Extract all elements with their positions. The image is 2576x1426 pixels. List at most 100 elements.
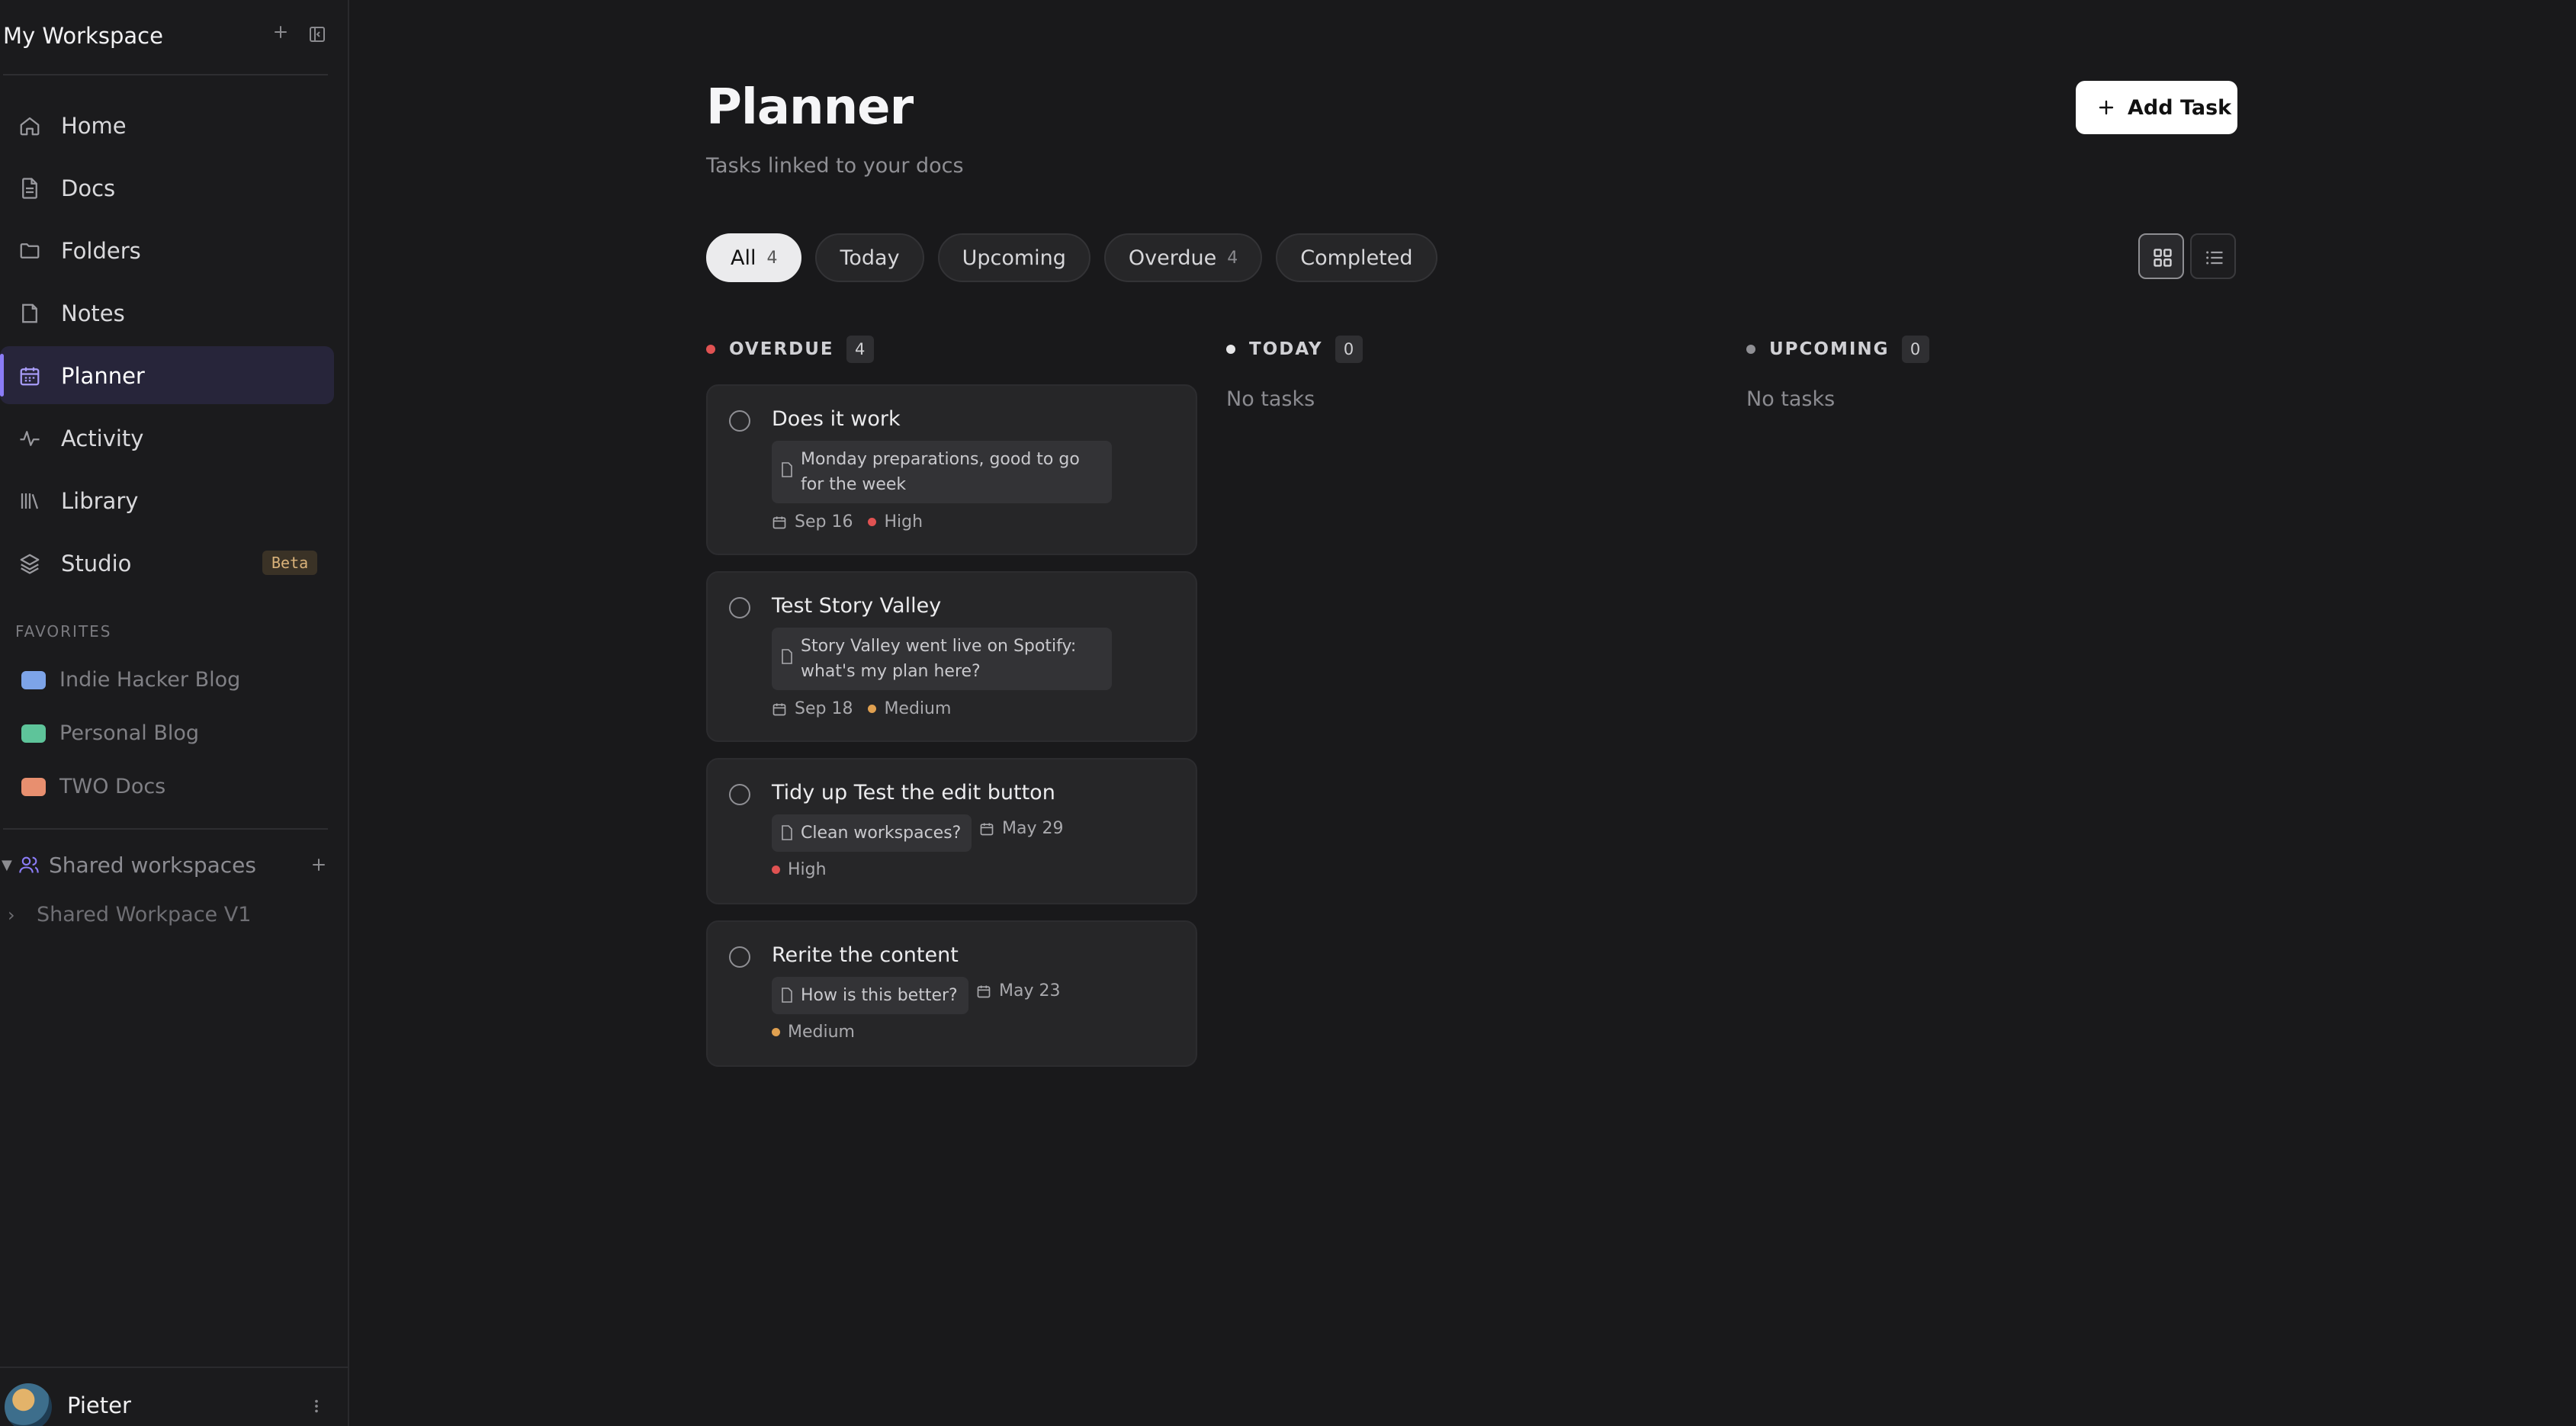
doc-icon — [782, 825, 792, 840]
nav-item-home[interactable]: Home — [0, 96, 334, 154]
nav-item-folders[interactable]: Folders — [0, 221, 334, 279]
nav-item-label: Studio — [61, 551, 132, 577]
task-checkbox[interactable] — [729, 784, 750, 805]
column-count: 0 — [1335, 336, 1363, 363]
add-task-label: Add Task — [2128, 96, 2232, 120]
calendar-icon — [772, 516, 786, 528]
workspace-header: My Workspace — [0, 0, 348, 75]
linked-doc-title: How is this better? — [801, 986, 958, 1005]
column-title: TODAY — [1249, 339, 1323, 359]
task-due-date: May 23 — [999, 981, 1061, 1000]
filter-completed[interactable]: Completed — [1276, 233, 1437, 282]
task-checkbox[interactable] — [729, 597, 750, 618]
filter-upcoming[interactable]: Upcoming — [937, 233, 1090, 282]
filter-label: Today — [840, 246, 900, 270]
filter-today[interactable]: Today — [815, 233, 924, 282]
add-task-button[interactable]: Add Task — [2076, 81, 2237, 134]
board-view-button[interactable] — [2138, 233, 2184, 279]
nav-item-notes[interactable]: Notes — [0, 284, 334, 342]
task-card[interactable]: Rerite the content How is this better? M… — [706, 920, 1197, 1067]
task-priority-meta: Medium — [772, 1023, 855, 1042]
task-meta: Sep 18 Medium — [772, 699, 951, 718]
nav-item-label: Notes — [61, 300, 125, 326]
task-checkbox[interactable] — [729, 410, 750, 432]
linked-doc-title: Monday preparations, good to go for the … — [801, 450, 1080, 494]
task-priority-meta: High — [772, 860, 827, 879]
plus-icon — [2099, 100, 2114, 115]
nav-item-label: Library — [61, 488, 139, 514]
task-due-date: Sep 18 — [795, 699, 853, 718]
linked-doc-chip[interactable]: Story Valley went live on Spotify: what'… — [772, 628, 1112, 690]
filter-all[interactable]: All 4 — [706, 233, 802, 282]
color-swatch — [21, 724, 46, 743]
divider — [3, 74, 328, 75]
user-name: Pieter — [67, 1392, 131, 1418]
task-card[interactable]: Tidy up Test the edit button Clean works… — [706, 758, 1197, 904]
doc-icon — [782, 988, 792, 1003]
task-priority: Medium — [884, 699, 952, 718]
calendar-icon — [20, 367, 40, 386]
favorite-item[interactable]: Indie Hacker Blog — [0, 657, 336, 703]
nav-item-planner[interactable]: Planner — [0, 346, 334, 404]
column-title: OVERDUE — [729, 339, 834, 359]
shared-workspaces-label: Shared workspaces — [49, 853, 256, 878]
more-vertical-icon[interactable] — [308, 1395, 325, 1417]
task-title: Rerite the content — [772, 943, 959, 967]
priority-dot — [772, 1028, 780, 1036]
task-title: Does it work — [772, 407, 901, 431]
nav-item-studio[interactable]: Studio Beta — [0, 534, 334, 592]
doc-icon — [782, 649, 792, 664]
avatar[interactable] — [5, 1383, 52, 1426]
favorite-item[interactable]: TWO Docs — [0, 764, 336, 810]
nav-item-docs[interactable]: Docs — [0, 159, 334, 217]
favorite-label: Indie Hacker Blog — [59, 668, 241, 692]
shared-workspace-label: Shared Workpace V1 — [37, 903, 252, 927]
nav-item-label: Docs — [61, 175, 116, 201]
nav-item-label: Activity — [61, 426, 144, 451]
task-due-date: Sep 16 — [795, 512, 853, 532]
nav-item-label: Planner — [61, 363, 145, 389]
sidebar: My Workspace Home Docs Folders Notes Pla… — [0, 0, 349, 1426]
favorites-heading: FAVORITES — [15, 622, 112, 641]
doc-icon — [22, 178, 37, 199]
task-date-meta: May 23 — [976, 981, 1060, 1000]
chevron-right-icon[interactable]: › — [8, 904, 15, 926]
favorite-item[interactable]: Personal Blog — [0, 711, 336, 756]
linked-doc-chip[interactable]: Monday preparations, good to go for the … — [772, 441, 1112, 503]
empty-state: No tasks — [1226, 387, 1315, 411]
folder-icon — [20, 243, 40, 259]
filter-label: Completed — [1300, 246, 1413, 270]
shared-workspaces-header[interactable]: ▼ Shared workspaces — [0, 846, 336, 885]
status-dot — [1226, 345, 1235, 354]
linked-doc-chip[interactable]: Clean workspaces? — [772, 814, 972, 852]
filter-label: Upcoming — [962, 246, 1066, 270]
priority-dot — [868, 518, 877, 526]
status-dot — [1746, 345, 1755, 354]
caret-down-icon[interactable]: ▼ — [2, 857, 12, 873]
filter-overdue[interactable]: Overdue 4 — [1103, 233, 1263, 282]
shared-workspace-item[interactable]: › Shared Workpace V1 — [0, 897, 336, 935]
page-subtitle: Tasks linked to your docs — [706, 154, 964, 178]
add-icon[interactable] — [271, 23, 290, 41]
task-card[interactable]: Does it work Monday preparations, good t… — [706, 384, 1197, 555]
linked-doc-chip[interactable]: How is this better? — [772, 977, 968, 1014]
add-icon[interactable] — [310, 856, 328, 874]
nav-item-label: Home — [61, 113, 127, 139]
priority-dot — [772, 866, 780, 874]
nav-item-library[interactable]: Library — [0, 471, 334, 529]
workspace-title[interactable]: My Workspace — [3, 23, 163, 49]
task-due-date: May 29 — [1002, 819, 1064, 838]
filter-label: All — [731, 246, 756, 270]
column-header-overdue: OVERDUE 4 — [706, 332, 874, 366]
nav-item-activity[interactable]: Activity — [0, 409, 334, 467]
task-card[interactable]: Test Story Valley Story Valley went live… — [706, 571, 1197, 742]
layers-icon — [20, 554, 40, 574]
column-count: 4 — [846, 336, 874, 363]
calendar-icon — [977, 985, 991, 997]
task-checkbox[interactable] — [729, 946, 750, 968]
list-view-button[interactable] — [2190, 233, 2236, 279]
main-nav: Home Docs Folders Notes Planner Activity… — [0, 96, 336, 596]
task-meta: Sep 16 High — [772, 512, 923, 532]
collapse-sidebar-icon[interactable] — [308, 25, 326, 43]
activity-icon — [20, 431, 40, 446]
